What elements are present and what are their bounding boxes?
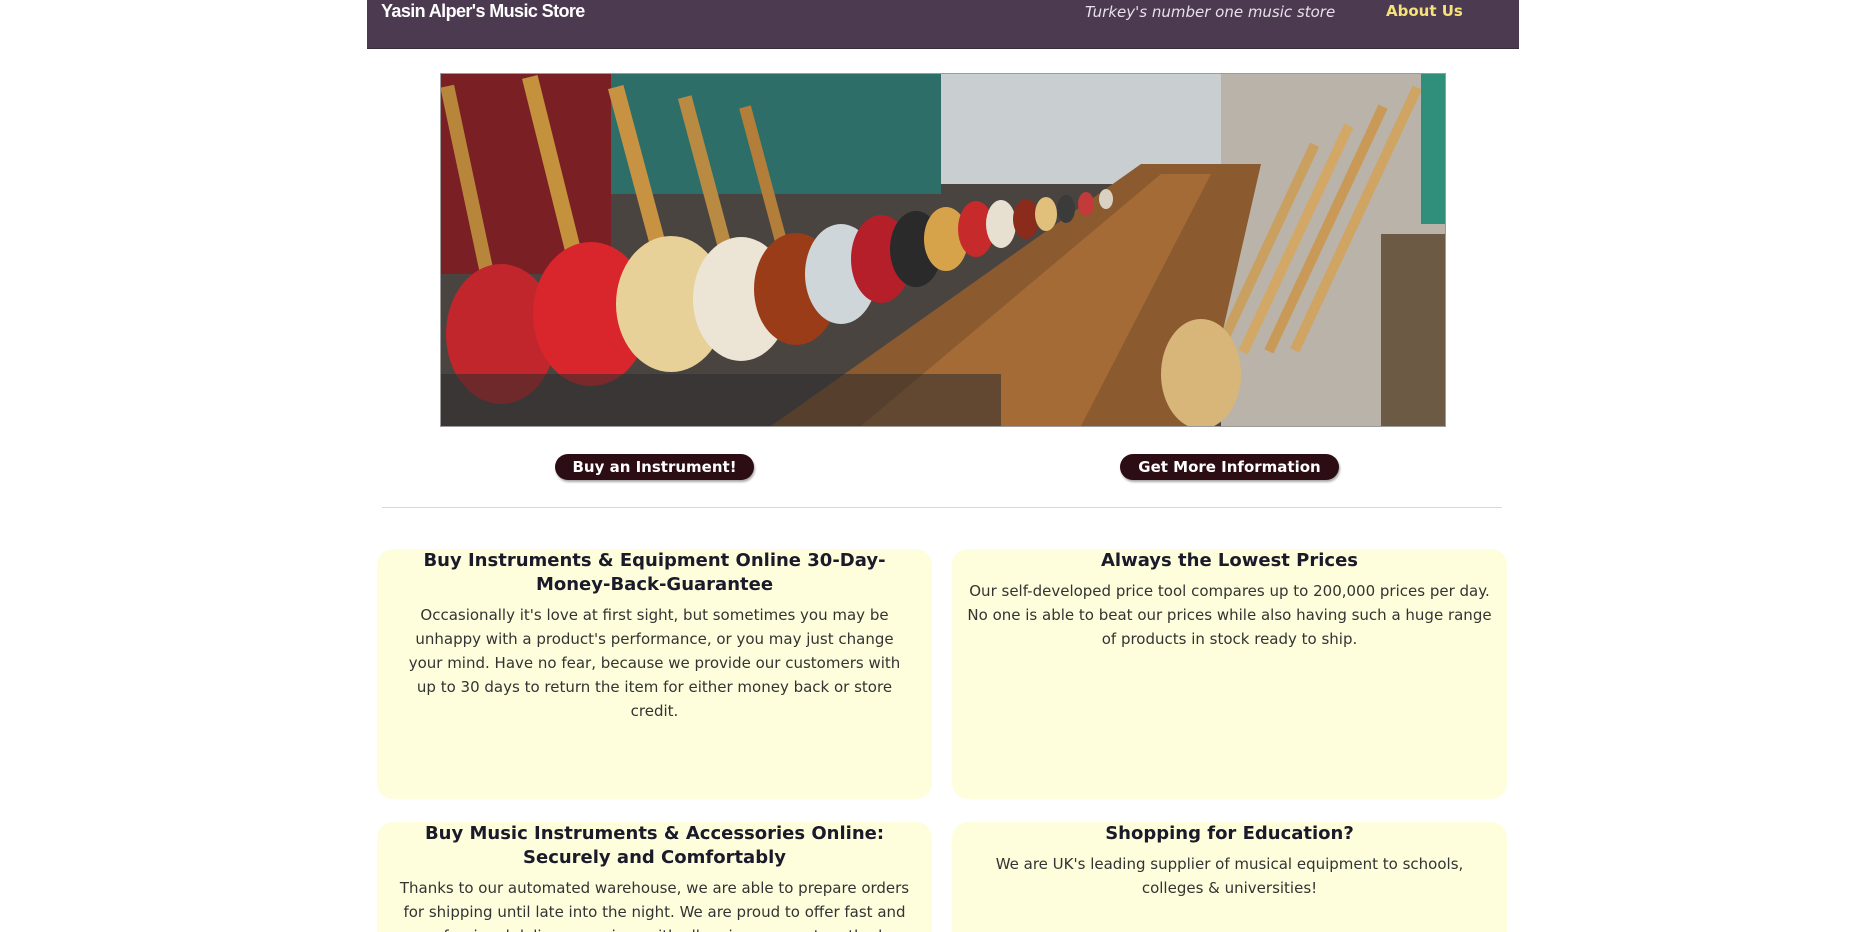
card-body: Our self-developed price tool compares u…: [967, 582, 1492, 648]
feature-card-lowest-prices: Always the Lowest Prices Our self-develo…: [952, 549, 1507, 799]
feature-card-education: Shopping for Education? We are UK's lead…: [952, 822, 1507, 932]
site-tagline: Turkey's number one music store: [1085, 3, 1336, 21]
card-title: Buy Music Instruments & Accessories Onli…: [424, 823, 885, 868]
card-title: Buy Instruments & Equipment Online 30-Da…: [423, 550, 886, 595]
page: Yasin Alper's Music Store Turkey's numbe…: [0, 0, 1864, 932]
feature-card-money-back: Buy Instruments & Equipment Online 30-Da…: [377, 549, 932, 799]
section-divider: [382, 507, 1502, 508]
site-header: Yasin Alper's Music Store Turkey's numbe…: [367, 0, 1519, 49]
card-body: We are UK's leading supplier of musical …: [995, 855, 1464, 897]
about-us-link[interactable]: About Us: [1386, 2, 1463, 20]
buy-instrument-button[interactable]: Buy an Instrument!: [555, 454, 754, 480]
card-body: Occasionally it's love at first sight, b…: [408, 606, 901, 720]
card-body: Thanks to our automated warehouse, we ar…: [399, 879, 910, 932]
hero-image: [440, 73, 1446, 427]
feature-card-secure-shopping: Buy Music Instruments & Accessories Onli…: [377, 822, 932, 932]
card-title: Always the Lowest Prices: [1100, 550, 1359, 571]
card-title: Shopping for Education?: [1105, 823, 1354, 844]
get-more-information-button[interactable]: Get More Information: [1120, 454, 1339, 480]
site-brand[interactable]: Yasin Alper's Music Store: [381, 1, 585, 22]
